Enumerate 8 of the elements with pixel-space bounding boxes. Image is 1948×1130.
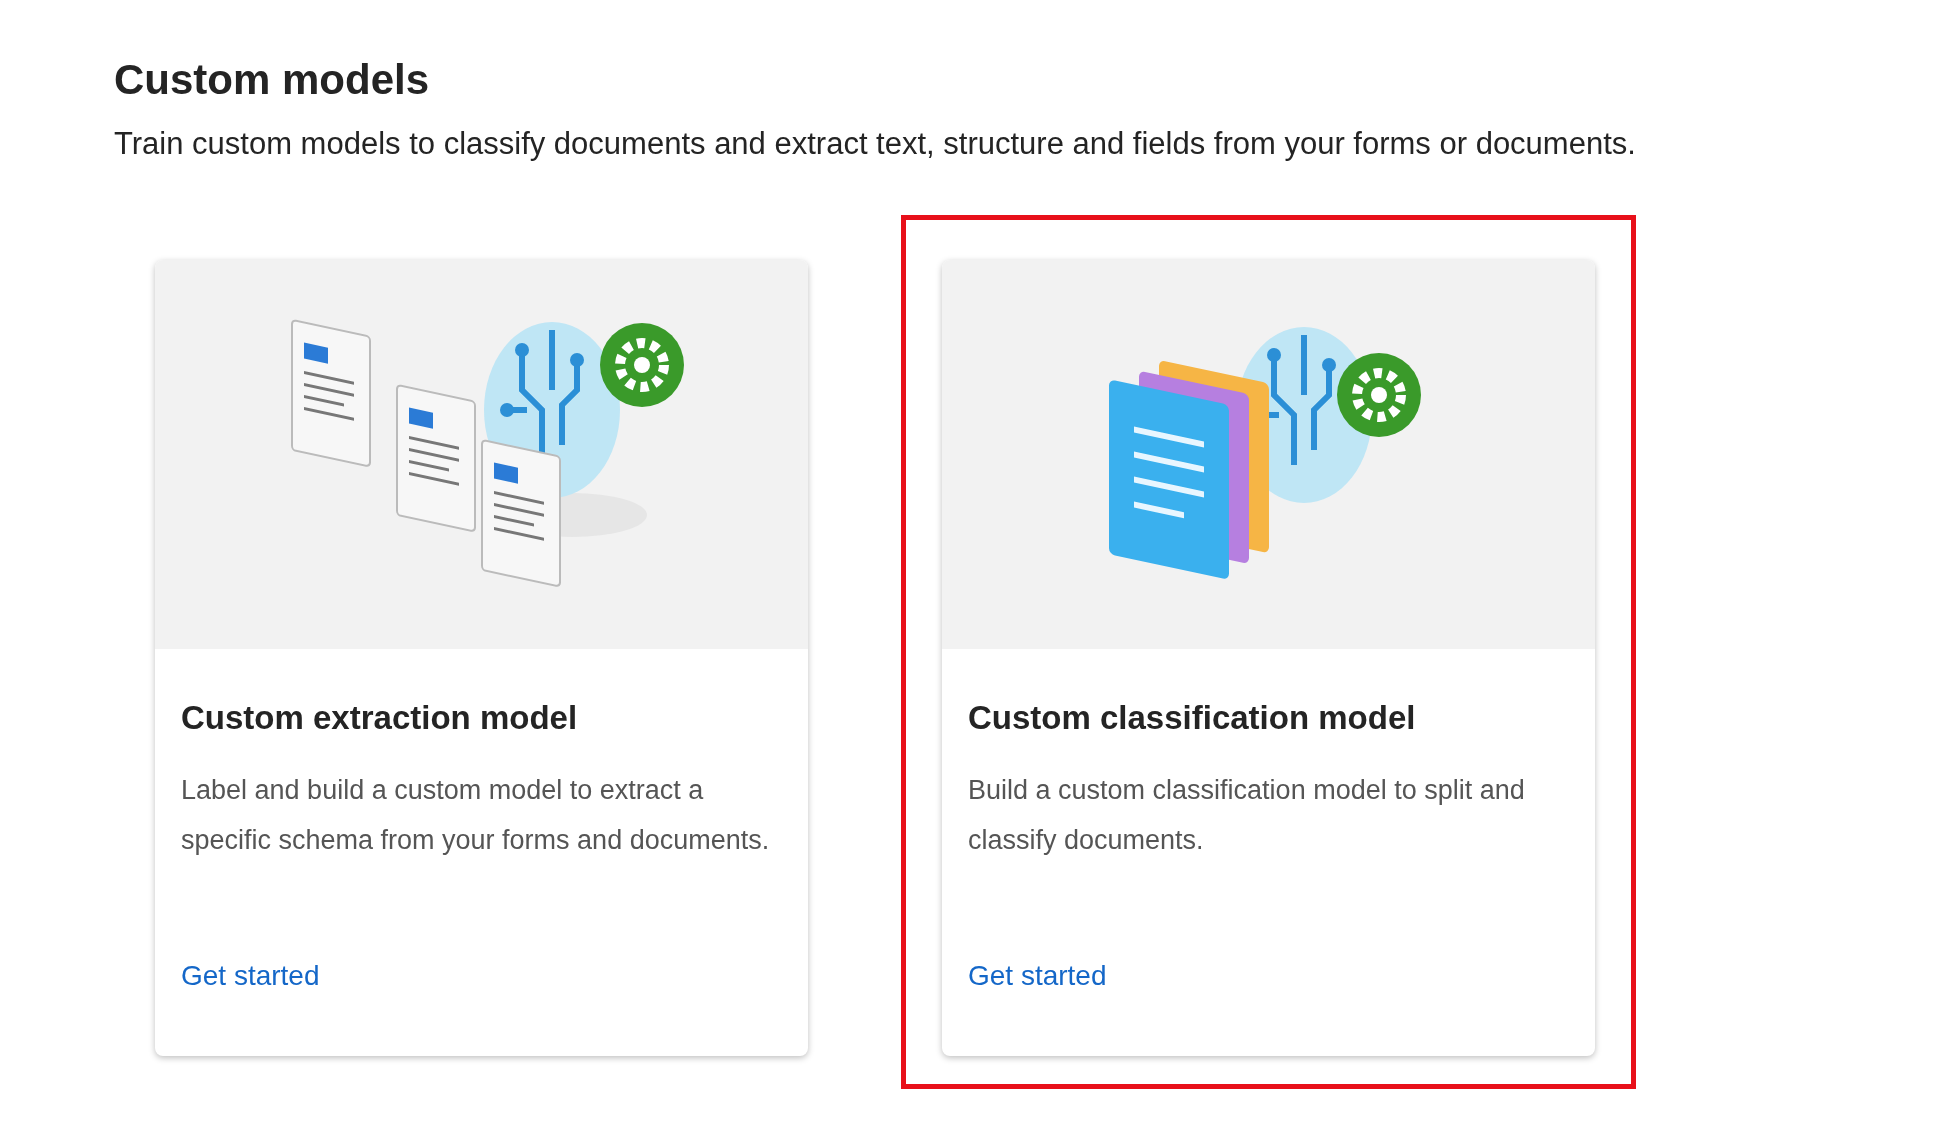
card-description: Label and build a custom model to extract a specific schema from your forms and documents.: [181, 773, 771, 857]
section-description: Train custom models to classify documents and extract text, structure and fields from your forms or documents.: [114, 124, 1637, 163]
get-started-link[interactable]: Get started: [968, 954, 1107, 997]
section-title: Custom models: [114, 55, 431, 105]
card-title: Custom extraction model: [181, 698, 579, 738]
card-description: Build a custom classification model to split and classify documents.: [968, 773, 1526, 857]
get-started-link[interactable]: Get started: [181, 954, 320, 997]
card-title: Custom classification model: [968, 698, 1417, 738]
